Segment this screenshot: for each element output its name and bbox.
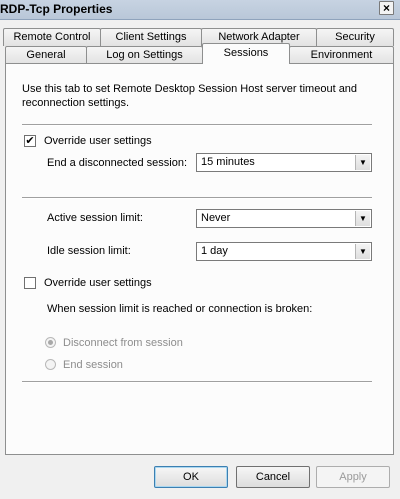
limit-reached-text: When session limit is reached or connect… [47, 303, 313, 315]
disconnected-value: 15 minutes [201, 156, 255, 168]
idle-limit-select[interactable]: 1 day ▼ [196, 242, 372, 261]
radio-end-session-label: End session [63, 359, 123, 371]
tab-general[interactable]: General [5, 46, 87, 64]
override-checkbox-1[interactable]: ✔ [24, 135, 36, 147]
radio-end-session[interactable] [45, 359, 56, 370]
tab-client-settings[interactable]: Client Settings [100, 28, 202, 46]
idle-limit-label: Idle session limit: [47, 245, 131, 257]
chevron-down-icon: ▼ [355, 244, 370, 259]
tab-remote-control[interactable]: Remote Control [3, 28, 101, 46]
tab-environment[interactable]: Environment [289, 46, 394, 64]
ok-button[interactable]: OK [154, 466, 228, 488]
active-limit-value: Never [201, 212, 231, 224]
check-icon: ✔ [25, 135, 35, 147]
apply-button[interactable]: Apply [316, 466, 390, 488]
window-title: RDP-Tcp Properties [0, 2, 113, 16]
tab-sessions[interactable]: Sessions [202, 43, 290, 64]
active-limit-label: Active session limit: [47, 212, 143, 224]
active-limit-select[interactable]: Never ▼ [196, 209, 372, 228]
override-label-2: Override user settings [44, 277, 152, 289]
chevron-down-icon: ▼ [355, 211, 370, 226]
idle-limit-value: 1 day [201, 245, 228, 257]
title-bar: RDP-Tcp Properties × [0, 0, 400, 20]
tab-security[interactable]: Security [316, 28, 394, 46]
separator [22, 124, 372, 126]
tab-log-on-settings[interactable]: Log on Settings [86, 46, 203, 64]
override-checkbox-2[interactable] [24, 277, 36, 289]
chevron-down-icon: ▼ [355, 155, 370, 170]
cancel-button[interactable]: Cancel [236, 466, 310, 488]
disconnected-select[interactable]: 15 minutes ▼ [196, 153, 372, 172]
close-icon: × [382, 1, 390, 15]
separator [22, 381, 372, 383]
description-text: Use this tab to set Remote Desktop Sessi… [22, 83, 358, 109]
close-button[interactable]: × [379, 1, 394, 15]
separator [22, 197, 372, 199]
disconnected-label: End a disconnected session: [47, 157, 188, 169]
override-label-1: Override user settings [44, 135, 152, 147]
radio-disconnect[interactable] [45, 337, 56, 348]
radio-disconnect-label: Disconnect from session [63, 337, 183, 349]
